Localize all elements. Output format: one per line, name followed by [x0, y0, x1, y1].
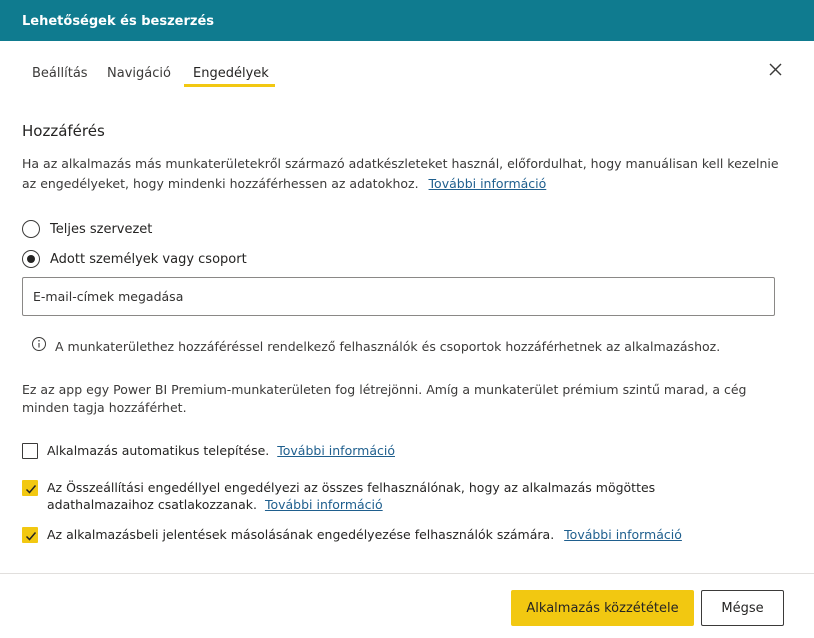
publish-app-button[interactable]: Alkalmazás közzététele: [511, 590, 694, 626]
info-note: A munkaterülethez hozzáféréssel rendelke…: [31, 336, 720, 356]
checkbox-label: Alkalmazás automatikus telepítése. Továb…: [47, 442, 395, 459]
radio-button-selected[interactable]: [22, 250, 40, 268]
dialog-titlebar: Lehetőségek és beszerzés: [0, 0, 814, 41]
tab-permissions[interactable]: Engedélyek: [193, 66, 269, 81]
tab-navigation[interactable]: Navigáció: [107, 66, 171, 81]
checkbox-label: Az alkalmazásbeli jelentések másolásának…: [47, 526, 682, 543]
footer-divider: [0, 573, 814, 574]
info-icon: [31, 336, 47, 356]
access-description-text: Ha az alkalmazás más munkaterületekről s…: [22, 156, 779, 191]
access-description: Ha az alkalmazás más munkaterületekről s…: [22, 154, 782, 194]
checkbox-allow-copy-reports[interactable]: Az alkalmazásbeli jelentések másolásának…: [22, 526, 782, 543]
checkbox-build-permission[interactable]: Az Összeállítási engedéllyel engedélyezi…: [22, 479, 682, 513]
more-info-link[interactable]: További információ: [277, 443, 395, 458]
tab-setup[interactable]: Beállítás: [32, 66, 88, 81]
radio-entire-organization[interactable]: Teljes szervezet: [22, 219, 152, 239]
checkbox-text: Alkalmazás automatikus telepítése.: [47, 443, 270, 458]
info-note-text: A munkaterülethez hozzáféréssel rendelke…: [55, 338, 721, 354]
radio-label: Adott személyek vagy csoport: [50, 251, 247, 267]
cancel-button[interactable]: Mégse: [701, 590, 784, 626]
more-info-link[interactable]: További információ: [265, 497, 383, 512]
radio-label: Teljes szervezet: [50, 221, 153, 237]
checkmark-icon: [25, 485, 37, 494]
checkbox[interactable]: [22, 443, 38, 459]
more-info-link[interactable]: További információ: [564, 527, 682, 542]
checkmark-icon: [25, 532, 37, 541]
dialog-title: Lehetőségek és beszerzés: [22, 14, 215, 29]
radio-specific-people[interactable]: Adott személyek vagy csoport: [22, 249, 247, 269]
checkbox-checked[interactable]: [22, 480, 38, 496]
active-tab-indicator: [184, 84, 275, 87]
close-icon[interactable]: [766, 60, 786, 80]
checkbox-checked[interactable]: [22, 527, 38, 543]
more-info-link[interactable]: További információ: [429, 176, 547, 191]
email-input[interactable]: [22, 277, 775, 316]
access-heading: Hozzáférés: [22, 122, 105, 140]
checkbox-label: Az Összeállítási engedéllyel engedélyezi…: [47, 479, 682, 513]
checkbox-auto-install[interactable]: Alkalmazás automatikus telepítése. Továb…: [22, 442, 782, 459]
tab-bar: Beállítás Navigáció Engedélyek: [0, 60, 814, 90]
premium-note: Ez az app egy Power BI Premium-munkaterü…: [22, 382, 747, 415]
checkbox-text: Az alkalmazásbeli jelentések másolásának…: [47, 527, 555, 542]
radio-button[interactable]: [22, 220, 40, 238]
